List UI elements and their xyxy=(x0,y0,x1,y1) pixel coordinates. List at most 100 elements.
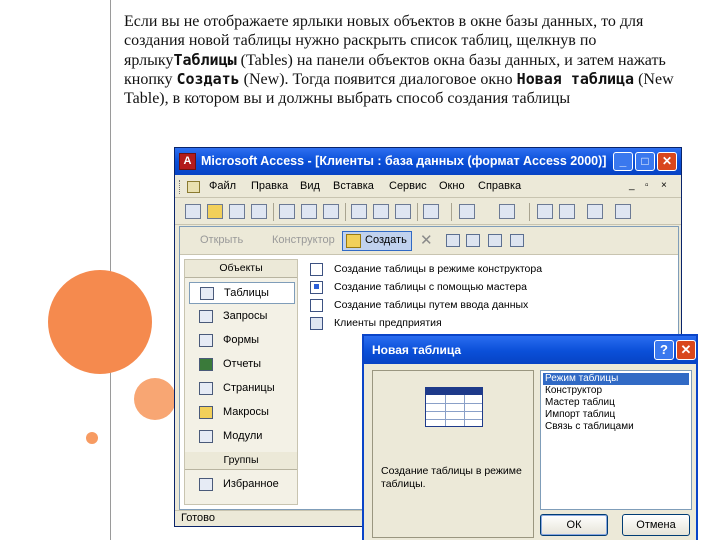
option-datasheet-view[interactable]: Режим таблицы xyxy=(543,373,689,385)
groups-header[interactable]: Группы xyxy=(185,452,297,470)
preview-panel: Создание таблицы в режиме таблицы. xyxy=(372,370,534,538)
list-item[interactable]: Создание таблицы с помощью мастера xyxy=(304,279,527,297)
object-label: Запросы xyxy=(223,310,268,322)
macro-icon xyxy=(199,406,213,419)
table-icon xyxy=(310,317,323,330)
object-tables[interactable]: Таблицы xyxy=(189,282,295,304)
print-icon[interactable] xyxy=(279,204,295,219)
dialog-title: Новая таблица xyxy=(372,343,462,357)
ok-button[interactable]: ОК xyxy=(540,514,608,536)
mdi-close-button[interactable]: × xyxy=(661,180,667,191)
form-icon xyxy=(199,334,213,347)
menu-help[interactable]: Справка xyxy=(478,180,521,192)
decor-circle-small xyxy=(86,432,98,444)
menu-edit[interactable]: Правка xyxy=(251,180,288,192)
option-design-view[interactable]: Конструктор xyxy=(543,385,689,397)
toolbar-separator xyxy=(417,203,418,221)
design-view-shortcut-icon xyxy=(310,263,323,276)
help-button[interactable]: ? xyxy=(654,340,674,360)
favorites-folder-icon xyxy=(199,478,213,491)
datasheet-preview-icon xyxy=(425,387,483,427)
report-icon xyxy=(199,358,213,371)
object-label: Макросы xyxy=(223,406,269,418)
standard-toolbar xyxy=(175,199,681,225)
option-import-table[interactable]: Импорт таблиц xyxy=(543,409,689,421)
object-reports[interactable]: Отчеты xyxy=(189,354,295,376)
database-toolbar: Открыть Конструктор Создать ✕ xyxy=(180,227,678,255)
menu-tools[interactable]: Сервис xyxy=(389,180,427,192)
list-item-label: Создание таблицы в режиме конструктора xyxy=(334,263,543,275)
status-text: Готово xyxy=(181,512,215,524)
cancel-button[interactable]: Отмена xyxy=(622,514,690,536)
undo-icon[interactable] xyxy=(423,204,439,219)
menu-view[interactable]: Вид xyxy=(300,180,320,192)
object-label: Страницы xyxy=(223,382,275,394)
list-item[interactable]: Клиенты предприятия xyxy=(304,315,442,333)
new-icon[interactable] xyxy=(185,204,201,219)
document-icon[interactable] xyxy=(187,181,200,193)
option-link-table[interactable]: Связь с таблицами xyxy=(543,421,689,433)
intro-bold-create: Создать xyxy=(176,69,240,88)
menu-bar: Файл Правка Вид Вставка Сервис Окно Спра… xyxy=(175,176,681,198)
object-pages[interactable]: Страницы xyxy=(189,378,295,400)
list-item[interactable]: Создание таблицы в режиме конструктора xyxy=(304,261,542,279)
creation-method-list[interactable]: Режим таблицы Конструктор Мастер таблиц … xyxy=(540,370,692,510)
save-icon[interactable] xyxy=(229,204,245,219)
toolbar-separator xyxy=(451,203,452,221)
menubar-grip[interactable] xyxy=(179,180,182,194)
menu-window[interactable]: Окно xyxy=(439,180,465,192)
window-title: Microsoft Access - [Клиенты : база данны… xyxy=(201,154,607,168)
object-modules[interactable]: Модули xyxy=(189,426,295,448)
objects-header[interactable]: Объекты xyxy=(185,260,297,278)
dialog-titlebar[interactable]: Новая таблица ? ✕ xyxy=(364,336,696,364)
office-links-icon[interactable] xyxy=(459,204,475,219)
dialog-close-button[interactable]: ✕ xyxy=(676,340,696,360)
mdi-minimize-button[interactable]: _ xyxy=(629,180,635,191)
minimize-button[interactable]: _ xyxy=(613,152,633,171)
new-object-icon[interactable] xyxy=(615,204,631,219)
small-icons-icon[interactable] xyxy=(466,234,480,247)
delete-icon[interactable]: ✕ xyxy=(420,231,433,249)
paste-icon[interactable] xyxy=(395,204,411,219)
create-button-label: Создать xyxy=(365,234,407,246)
cut-icon[interactable] xyxy=(351,204,367,219)
open-button[interactable]: Открыть xyxy=(200,234,243,246)
restore-button[interactable]: □ xyxy=(635,152,655,171)
mdi-restore-button[interactable]: ▫ xyxy=(645,180,649,191)
large-icons-icon[interactable] xyxy=(446,234,460,247)
close-button[interactable]: ✕ xyxy=(657,152,677,171)
create-button[interactable]: Создать xyxy=(342,231,412,251)
properties-icon[interactable] xyxy=(587,204,603,219)
option-table-wizard[interactable]: Мастер таблиц xyxy=(543,397,689,409)
query-icon xyxy=(199,310,213,323)
copy-icon[interactable] xyxy=(373,204,389,219)
list-item-label: Создание таблицы с помощью мастера xyxy=(334,281,527,293)
details-view-icon[interactable] xyxy=(510,234,524,247)
list-item[interactable]: Создание таблицы путем ввода данных xyxy=(304,297,528,315)
list-item-label: Клиенты предприятия xyxy=(334,317,442,329)
list-view-icon[interactable] xyxy=(488,234,502,247)
open-folder-icon[interactable] xyxy=(207,204,223,219)
object-macros[interactable]: Макросы xyxy=(189,402,295,424)
code-icon[interactable] xyxy=(537,204,553,219)
access-key-icon[interactable]: A xyxy=(179,153,196,170)
object-queries[interactable]: Запросы xyxy=(189,306,295,328)
create-icon xyxy=(346,234,361,248)
menu-file[interactable]: Файл xyxy=(209,180,236,192)
window-titlebar[interactable]: A Microsoft Access - [Клиенты : база дан… xyxy=(175,148,681,175)
object-label: Таблицы xyxy=(224,287,269,299)
group-favorites[interactable]: Избранное xyxy=(189,474,295,496)
search-icon[interactable] xyxy=(251,204,267,219)
page-icon xyxy=(199,382,213,395)
wizard-shortcut-icon xyxy=(310,281,323,294)
object-forms[interactable]: Формы xyxy=(189,330,295,352)
print-preview-icon[interactable] xyxy=(301,204,317,219)
menu-insert[interactable]: Вставка xyxy=(333,180,374,192)
spelling-icon[interactable] xyxy=(323,204,339,219)
design-button[interactable]: Конструктор xyxy=(272,234,335,246)
relationships-icon[interactable] xyxy=(559,204,575,219)
analyze-icon[interactable] xyxy=(499,204,515,219)
table-icon xyxy=(200,287,214,300)
object-label: Модули xyxy=(223,430,263,442)
toolbar-separator xyxy=(529,203,530,221)
